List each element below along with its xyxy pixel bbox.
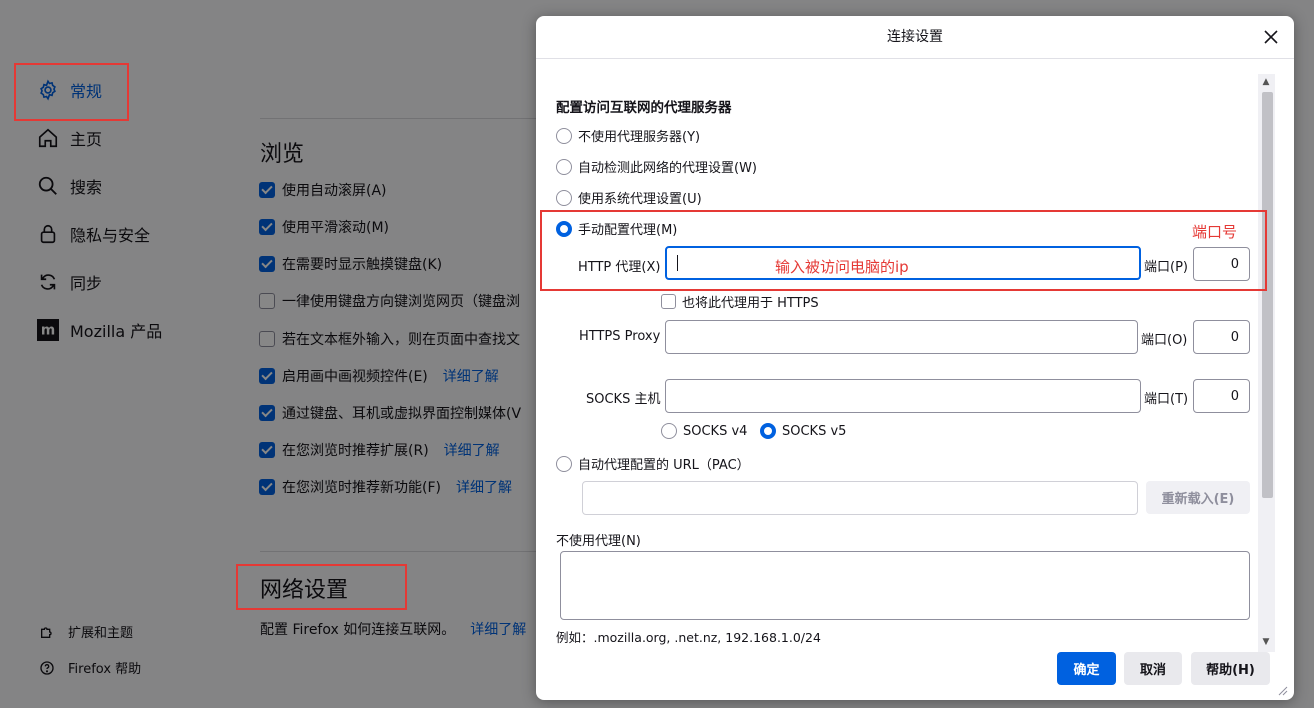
radio-button[interactable] [556, 127, 572, 144]
connection-settings-dialog: 连接设置 配置访问互联网的代理服务器 不使用代理服务器(Y) 自动检测此网络的代… [536, 16, 1294, 700]
socks-port-input[interactable]: 0 [1193, 379, 1250, 413]
reload-button[interactable]: 重新载入(E) [1146, 481, 1250, 514]
scroll-up-icon[interactable]: ▲ [1260, 76, 1272, 88]
cancel-button[interactable]: 取消 [1124, 652, 1182, 685]
socks-host-input[interactable] [665, 379, 1141, 413]
also-https-checkbox[interactable]: 也将此代理用于 HTTPS [661, 292, 819, 311]
annotation-box-manual-proxy [540, 210, 1267, 291]
socks-port-label: 端口(T) [1144, 392, 1189, 407]
socks-host-label: SOCKS 主机 [586, 392, 661, 407]
radio-socks-v5[interactable]: SOCKS v5 [760, 423, 846, 439]
pac-url-input[interactable] [582, 481, 1138, 515]
radio-button[interactable] [760, 423, 776, 439]
radio-button[interactable] [556, 158, 572, 175]
https-proxy-input[interactable] [665, 320, 1138, 354]
radio-no-proxy[interactable]: 不使用代理服务器(Y) [556, 126, 700, 145]
close-icon[interactable] [1260, 26, 1282, 48]
dialog-title: 连接设置 [887, 29, 943, 45]
radio-system-proxy[interactable]: 使用系统代理设置(U) [556, 188, 702, 207]
radio-button[interactable] [556, 455, 572, 472]
dialog-separator [536, 58, 1294, 59]
no-proxy-label: 不使用代理(N) [556, 534, 641, 549]
radio-auto-detect[interactable]: 自动检测此网络的代理设置(W) [556, 157, 757, 176]
scrollbar-thumb[interactable] [1262, 92, 1273, 498]
proxy-heading: 配置访问互联网的代理服务器 [556, 100, 732, 116]
radio-button[interactable] [556, 189, 572, 206]
radio-button[interactable] [661, 423, 677, 439]
radio-pac[interactable]: 自动代理配置的 URL（PAC） [556, 454, 750, 473]
annotation-box-network [236, 564, 407, 610]
https-port-label: 端口(O) [1141, 333, 1188, 348]
https-port-input[interactable]: 0 [1193, 320, 1250, 354]
resize-grip-icon[interactable] [1276, 684, 1288, 696]
https-proxy-label: HTTPS Proxy [579, 329, 661, 344]
help-button[interactable]: 帮助(H) [1191, 652, 1270, 685]
annotation-box-general [14, 63, 129, 121]
radio-socks-v4[interactable]: SOCKS v4 [661, 423, 747, 439]
ok-button[interactable]: 确定 [1057, 652, 1116, 685]
no-proxy-textarea[interactable] [560, 551, 1250, 620]
checkbox[interactable] [661, 294, 676, 309]
no-proxy-example: 例如：.mozilla.org, .net.nz, 192.168.1.0/24 [556, 630, 821, 645]
scroll-down-icon[interactable]: ▼ [1260, 636, 1272, 648]
